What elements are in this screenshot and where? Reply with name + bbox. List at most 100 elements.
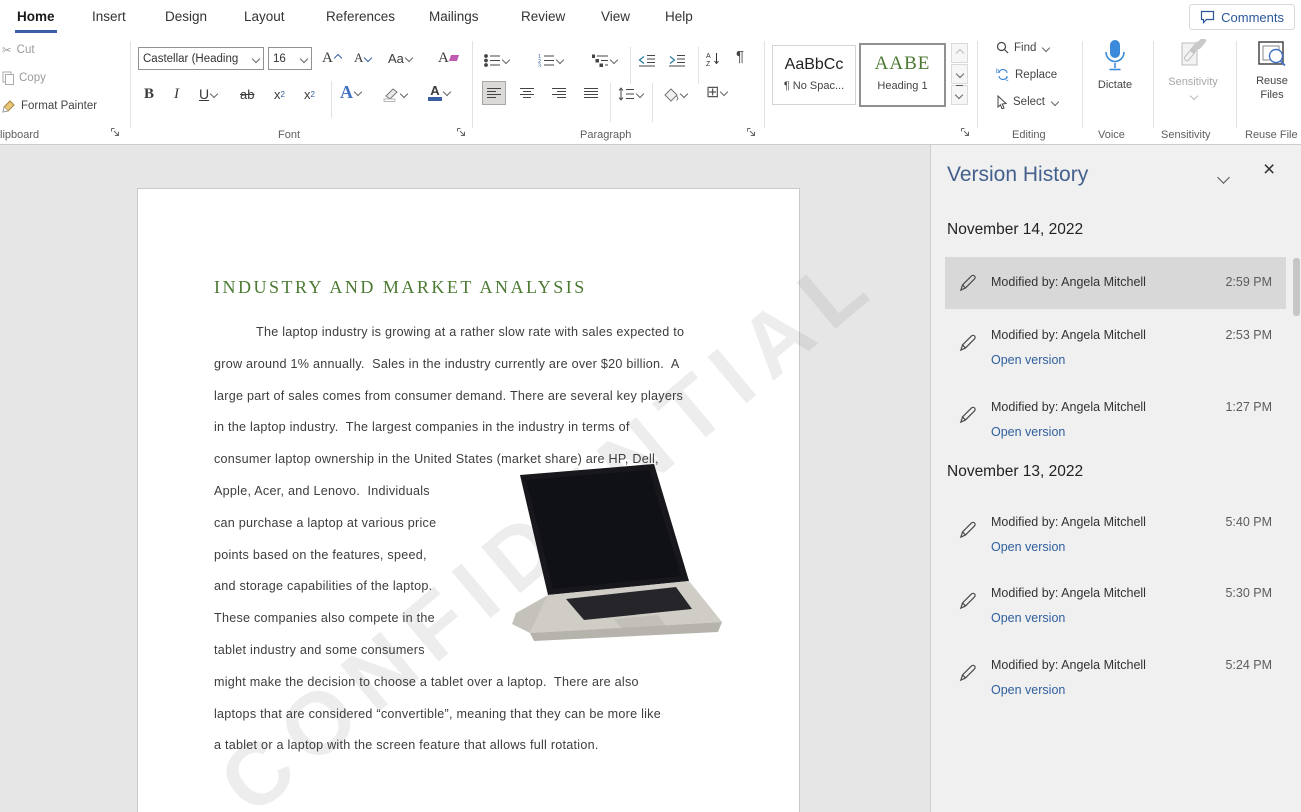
- version-entry[interactable]: Modified by: Angela Mitchell 5:30 PM Ope…: [945, 579, 1286, 647]
- tab-insert[interactable]: Insert: [90, 0, 128, 33]
- underline-button[interactable]: U: [199, 83, 217, 105]
- tab-help[interactable]: Help: [663, 0, 695, 33]
- pencil-icon: [957, 662, 979, 684]
- highlighter-icon: [382, 87, 399, 102]
- tab-review[interactable]: Review: [519, 0, 567, 33]
- word-application-window: Home Insert Design Layout References Mai…: [0, 0, 1301, 812]
- paragraph-dialog-launcher[interactable]: [746, 127, 758, 139]
- text-highlight-button[interactable]: [382, 83, 407, 105]
- copy-button[interactable]: Copy: [2, 71, 46, 85]
- open-version-link[interactable]: Open version: [991, 353, 1065, 367]
- format-painter-button[interactable]: Format Painter: [2, 99, 97, 113]
- align-left-button[interactable]: [482, 81, 506, 105]
- version-entry[interactable]: Modified by: Angela Mitchell 2:53 PM Ope…: [945, 321, 1286, 389]
- paragraph-group-label: Paragraph: [580, 129, 631, 141]
- cut-button[interactable]: ✂ Cut: [2, 43, 35, 57]
- styles-scroll-down-button[interactable]: [951, 64, 968, 84]
- dictate-button[interactable]: Dictate: [1090, 39, 1140, 91]
- superscript-button[interactable]: x2: [304, 83, 315, 105]
- change-case-button[interactable]: Aa: [388, 47, 412, 69]
- tab-design[interactable]: Design: [163, 0, 209, 33]
- tab-home[interactable]: Home: [15, 0, 57, 33]
- format-painter-icon: [2, 99, 16, 113]
- version-entry[interactable]: Modified by: Angela Mitchell 1:27 PM Ope…: [945, 393, 1286, 461]
- microphone-icon: [1102, 39, 1128, 74]
- version-entry-selected[interactable]: Modified by: Angela Mitchell 2:59 PM: [945, 257, 1286, 309]
- date-header: November 13, 2022: [947, 463, 1083, 481]
- align-right-button[interactable]: [547, 81, 571, 105]
- text-effects-button[interactable]: A: [340, 81, 361, 103]
- svg-text:A: A: [706, 53, 711, 60]
- doc-line: might make the decision to choose a tabl…: [214, 667, 684, 699]
- clipboard-dialog-launcher[interactable]: [110, 127, 122, 139]
- tab-mailings[interactable]: Mailings: [427, 0, 481, 33]
- sort-button[interactable]: AZ: [706, 47, 721, 69]
- find-button[interactable]: Find: [996, 41, 1049, 54]
- style-preview: AaBbCc: [773, 56, 855, 74]
- laptop-image[interactable]: [486, 461, 724, 659]
- font-name-select[interactable]: Castellar (Heading: [138, 47, 264, 70]
- replace-button[interactable]: bc Replace: [996, 68, 1057, 81]
- eraser-icon: [449, 55, 459, 61]
- comments-button[interactable]: Comments: [1189, 4, 1295, 30]
- open-version-link[interactable]: Open version: [991, 683, 1065, 697]
- version-time: 5:40 PM: [1225, 515, 1272, 529]
- font-dialog-launcher[interactable]: [456, 127, 468, 139]
- pencil-icon: [957, 404, 979, 426]
- version-time: 2:59 PM: [1225, 275, 1272, 289]
- clear-formatting-button[interactable]: A: [438, 47, 458, 69]
- show-formatting-marks-button[interactable]: ¶: [736, 45, 744, 67]
- comments-label: Comments: [1221, 10, 1284, 25]
- open-version-link[interactable]: Open version: [991, 611, 1065, 625]
- version-entry[interactable]: Modified by: Angela Mitchell 5:24 PM Ope…: [945, 651, 1286, 719]
- font-group-label: Font: [278, 129, 300, 141]
- styles-more-button[interactable]: [951, 85, 968, 105]
- open-version-link[interactable]: Open version: [991, 425, 1065, 439]
- styles-dialog-launcher[interactable]: [960, 127, 972, 139]
- styles-scroll-up-button[interactable]: [951, 43, 968, 63]
- select-button[interactable]: Select: [996, 95, 1058, 109]
- bullets-button[interactable]: [484, 49, 509, 71]
- subscript-button[interactable]: x2: [274, 83, 285, 105]
- font-color-button[interactable]: A: [428, 81, 450, 103]
- align-center-button[interactable]: [515, 81, 539, 105]
- line-spacing-button[interactable]: [618, 83, 643, 105]
- version-history-panel: Version History × November 14, 2022 Modi…: [930, 145, 1301, 812]
- voice-group-label: Voice: [1098, 129, 1125, 141]
- svg-text:Z: Z: [706, 61, 711, 66]
- sensitivity-button[interactable]: Sensitivity: [1160, 39, 1226, 106]
- version-entry[interactable]: Modified by: Angela Mitchell 5:40 PM Ope…: [945, 508, 1286, 576]
- strikethrough-button[interactable]: ab: [240, 83, 254, 105]
- document-canvas: CONFIDENTIAL INDUSTRY AND MARKET ANALYSI…: [0, 145, 930, 812]
- shading-button[interactable]: [662, 83, 687, 105]
- shrink-font-button[interactable]: A: [354, 47, 371, 69]
- italic-button[interactable]: I: [174, 83, 179, 105]
- tab-layout[interactable]: Layout: [242, 0, 287, 33]
- numbering-button[interactable]: 123: [538, 49, 563, 71]
- grow-font-button[interactable]: A: [322, 47, 341, 69]
- cursor-icon: [996, 95, 1008, 109]
- decrease-indent-button[interactable]: [638, 49, 656, 71]
- tab-view[interactable]: View: [599, 0, 632, 33]
- ribbon-tab-row: Home Insert Design Layout References Mai…: [0, 0, 1301, 33]
- comment-bubble-icon: [1200, 10, 1215, 24]
- font-size-select[interactable]: 16: [268, 47, 312, 70]
- justify-button[interactable]: [579, 81, 603, 105]
- version-time: 5:30 PM: [1225, 586, 1272, 600]
- panel-close-icon[interactable]: ×: [1263, 159, 1275, 180]
- style-card-no-spacing[interactable]: AaBbCc ¶ No Spac...: [772, 45, 856, 105]
- panel-scrollbar-thumb[interactable]: [1293, 258, 1300, 316]
- doc-line: grow around 1% annually. Sales in the in…: [214, 349, 684, 381]
- document-page[interactable]: CONFIDENTIAL INDUSTRY AND MARKET ANALYSI…: [137, 188, 800, 812]
- style-card-heading1[interactable]: AABE Heading 1: [859, 43, 946, 107]
- reuse-files-button[interactable]: ReuseFiles: [1246, 39, 1298, 102]
- open-version-link[interactable]: Open version: [991, 540, 1065, 554]
- sensitivity-icon: [1176, 39, 1210, 71]
- panel-options-chevron-icon[interactable]: [1217, 171, 1230, 184]
- multilevel-list-button[interactable]: [592, 49, 617, 71]
- increase-indent-button[interactable]: [668, 49, 686, 71]
- borders-button[interactable]: ⊞: [706, 81, 727, 103]
- bold-button[interactable]: B: [144, 83, 154, 105]
- reuse-files-icon: [1256, 39, 1288, 69]
- tab-references[interactable]: References: [324, 0, 397, 33]
